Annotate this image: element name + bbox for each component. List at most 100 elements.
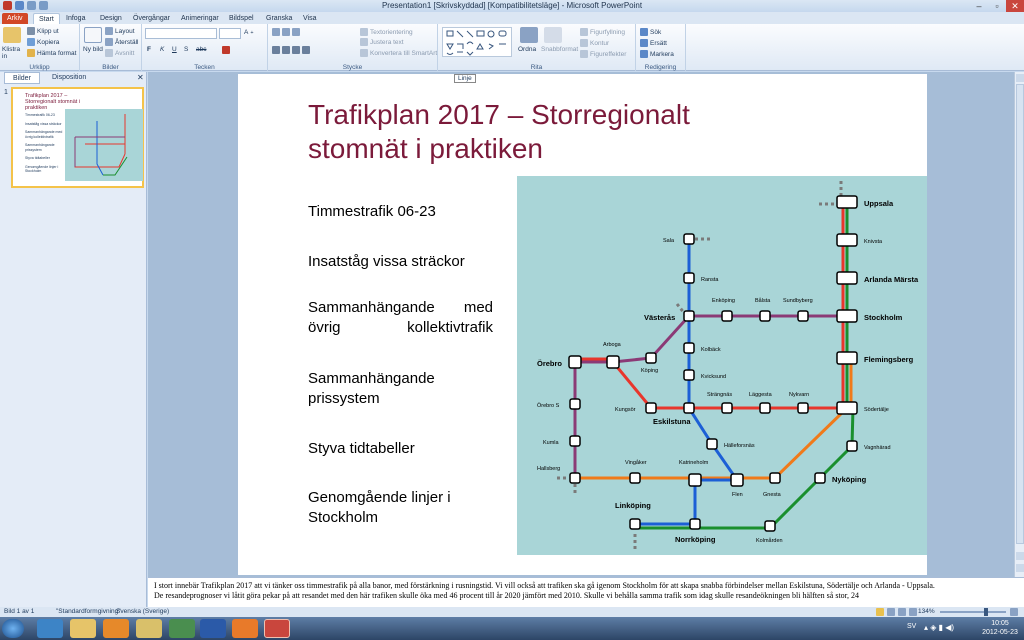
slide-title[interactable]: Trafikplan 2017 – Storregionalt stomnät … [308,98,778,166]
station-marker[interactable] [814,472,826,484]
station-marker[interactable] [569,472,581,484]
media-player-icon[interactable] [103,619,129,638]
bullet-item[interactable]: Genomgående linjer i Stockholm [308,488,478,528]
station-marker[interactable] [730,473,744,487]
maximize-button[interactable]: ▫ [988,0,1006,12]
station-marker[interactable] [759,310,771,322]
copy-button[interactable]: Kopiera [27,38,59,46]
minimize-button[interactable]: – [970,0,988,12]
network-map[interactable]: Uppsala Knivsta Arlanda Märsta Stockholm Fle… [517,176,927,555]
italic-button[interactable]: K [160,46,164,53]
bullet-item[interactable]: Sammanhängande med övrig kollektivtrafik [308,298,493,338]
station-marker[interactable] [645,402,657,414]
vertical-scrollbar[interactable] [1014,72,1024,577]
text-direction-button[interactable]: Textorientering [360,28,413,36]
next-slide-icon[interactable] [1016,564,1024,572]
station-marker[interactable] [769,472,781,484]
close-button[interactable]: ✕ [1006,0,1024,12]
paste-icon[interactable] [3,27,21,43]
tab-file[interactable]: Arkiv [2,13,28,24]
zoom-slider[interactable] [940,611,1006,613]
shape-effects-button[interactable]: Figureffekter [580,50,626,58]
bullet-item[interactable]: Sammanhängande prissystem [308,369,458,409]
shapes-gallery[interactable] [442,27,512,57]
cut-button[interactable]: Klipp ut [27,27,59,35]
station-marker[interactable] [836,233,858,247]
font-size-select[interactable] [219,28,241,39]
view-buttons[interactable] [876,608,917,616]
tab-design[interactable]: Design [95,13,127,24]
explorer-icon[interactable] [70,619,96,638]
bullets-button[interactable] [272,28,300,36]
layout-button[interactable]: Layout [105,27,135,35]
arrange-button[interactable]: Ordna [518,46,536,53]
station-marker[interactable] [629,518,641,530]
paste-button[interactable]: Klistra in [2,46,24,60]
shape-outline-button[interactable]: Kontur [580,39,609,47]
station-marker[interactable] [688,473,702,487]
station-marker[interactable] [683,369,695,381]
sorter-view-icon[interactable] [887,608,895,616]
smartart-button[interactable]: Konvertera till SmartArt [360,49,437,57]
notes-pane[interactable]: I stort innebär Trafikplan 2017 att vi t… [148,577,1024,607]
reading-view-icon[interactable] [898,608,906,616]
close-pane-icon[interactable]: ✕ [137,73,144,82]
station-marker[interactable] [836,309,858,323]
station-marker[interactable] [764,520,776,532]
station-marker[interactable] [683,342,695,354]
station-marker[interactable] [706,438,718,450]
prev-slide-icon[interactable] [1016,552,1024,560]
align-buttons[interactable] [272,46,310,54]
station-marker[interactable] [846,440,858,452]
select-button[interactable]: Markera [640,50,674,58]
station-marker[interactable] [683,402,695,414]
slideshow-view-icon[interactable] [909,608,917,616]
station-marker[interactable] [836,351,858,365]
tab-review[interactable]: Granska [261,13,297,24]
station-marker[interactable] [568,355,582,369]
section-button[interactable]: Avsnitt [105,49,134,57]
scroll-thumb[interactable] [1016,84,1024,544]
quick-styles-button[interactable]: Snabbformat [541,46,578,53]
station-marker[interactable] [721,310,733,322]
new-slide-button[interactable]: Ny bild [83,46,103,53]
station-marker[interactable] [683,272,695,284]
tab-insert[interactable]: Infoga [61,13,90,24]
tab-view[interactable]: Visa [298,13,322,24]
scroll-up-icon[interactable] [1016,74,1024,82]
station-marker[interactable] [836,401,858,415]
bold-button[interactable]: F [147,46,151,53]
shape-fill-button[interactable]: Figurfyllning [580,28,625,36]
bullet-item[interactable]: Timmestrafik 06-23 [308,202,508,222]
font-color-button[interactable] [222,46,230,54]
underline-button[interactable]: U [172,46,177,53]
align-text-button[interactable]: Justera text [360,38,404,46]
status-language[interactable]: Svenska (Sverige) [116,607,169,617]
app-icon[interactable] [169,619,195,638]
grow-font-button[interactable]: A + [244,29,254,36]
tab-outline-pane[interactable]: Disposition [44,72,94,84]
format-painter-button[interactable]: Hämta format [27,49,76,57]
tab-animations[interactable]: Animeringar [176,13,224,24]
powerpoint-taskbar-icon[interactable] [264,619,290,638]
quick-styles-icon[interactable] [544,27,562,43]
word-icon[interactable] [200,619,226,638]
normal-view-icon[interactable] [876,608,884,616]
station-marker[interactable] [797,310,809,322]
ie-icon[interactable] [37,619,63,638]
tray-icons[interactable]: ▴ ◈ ▮ ◀) [924,623,954,632]
station-marker[interactable] [683,310,695,322]
station-marker[interactable] [645,352,657,364]
folder-icon[interactable] [136,619,162,638]
zoom-slider-thumb[interactable] [984,608,988,616]
station-marker[interactable] [569,398,581,410]
tab-slides-pane[interactable]: Bilder [4,72,40,84]
outlook-icon[interactable] [232,619,258,638]
strikethrough-button[interactable]: abc [196,46,206,53]
station-marker[interactable] [569,435,581,447]
bullet-item[interactable]: Styva tidtabeller [308,439,508,459]
tab-slideshow[interactable]: Bildspel [224,13,259,24]
input-language[interactable]: SV [907,623,916,630]
station-marker[interactable] [836,271,858,285]
slide-thumbnail[interactable]: Trafikplan 2017 – Storregionalt stomnät … [11,87,144,188]
